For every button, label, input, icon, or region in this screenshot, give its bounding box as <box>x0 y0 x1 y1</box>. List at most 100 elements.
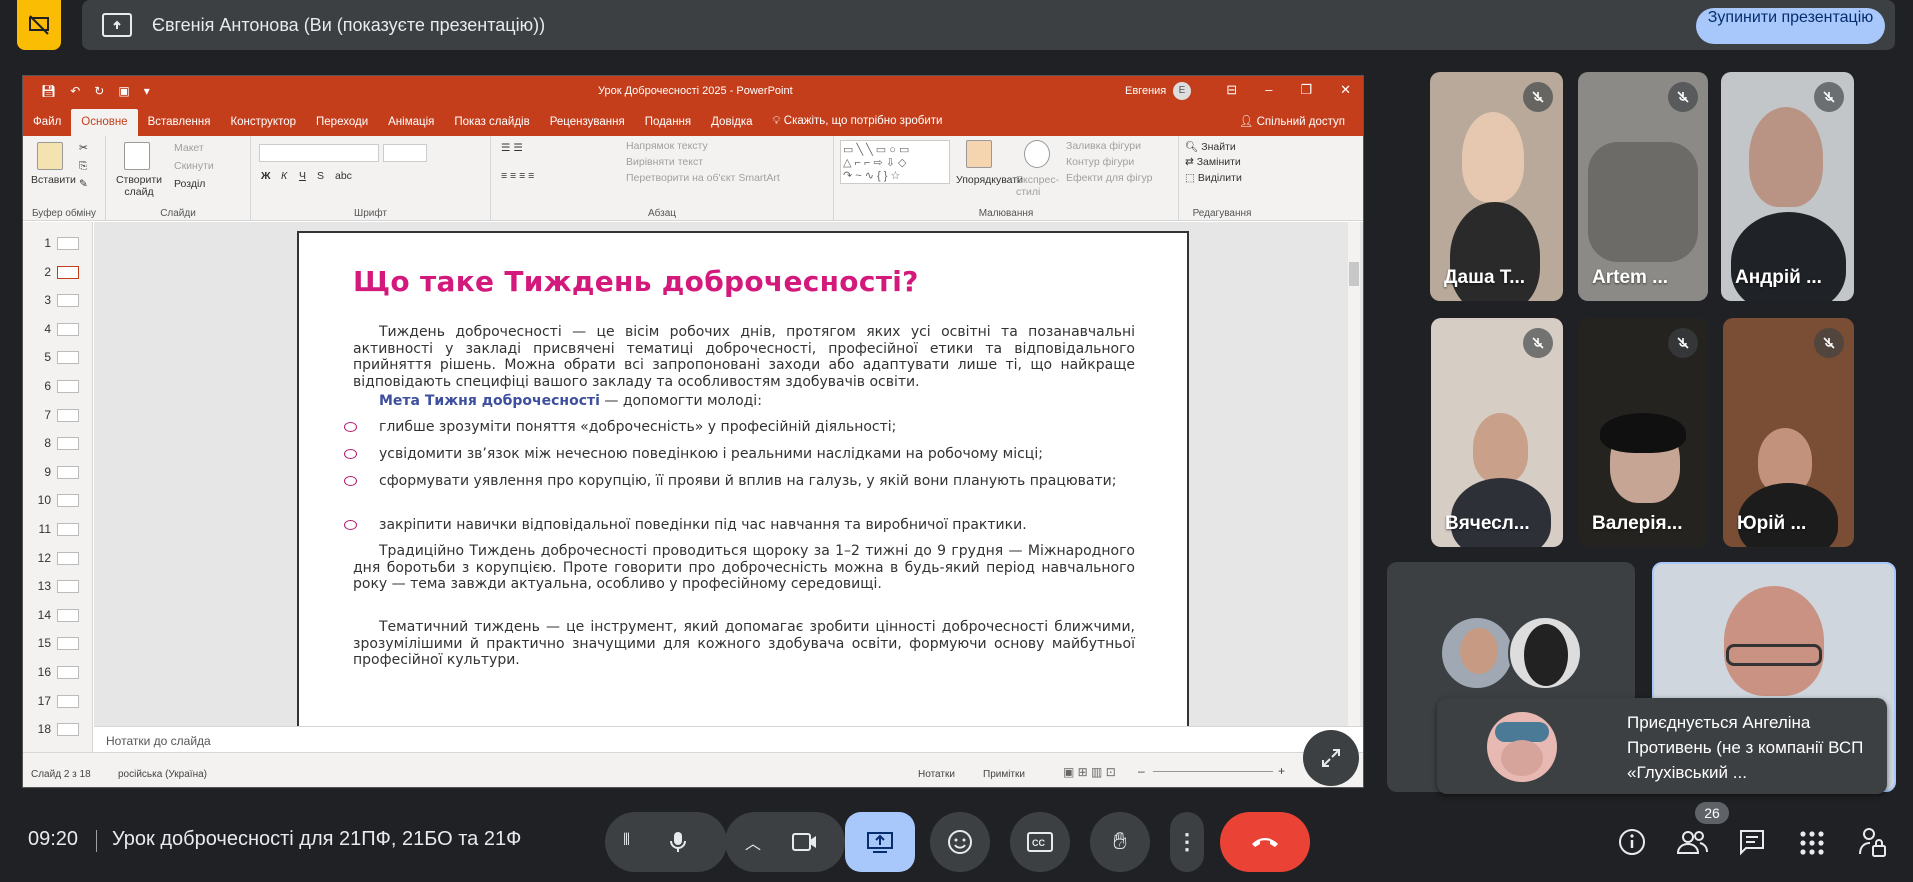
restore-icon[interactable]: ❐ <box>1300 82 1312 98</box>
slide-thumbnail[interactable]: 8 <box>25 434 91 454</box>
shapes-gallery[interactable]: ▭ ╲ ╲ ▭ ○ ▭ △ ⌐ ⌐ ⇨ ⇩ ◇ ↷ ~ ∿ { } ☆ <box>840 140 950 184</box>
smartart-button[interactable]: Перетворити на об'єкт SmartArt <box>626 172 780 184</box>
tab-slideshow[interactable]: Показ слайдів <box>444 116 539 136</box>
stop-presenting-button[interactable]: Зупинити презентацію <box>1696 8 1885 44</box>
slide-thumbnail[interactable]: 7 <box>25 406 91 426</box>
new-slide-icon[interactable] <box>124 142 150 170</box>
ribbon-display-icon[interactable]: ⊟ <box>1226 82 1237 98</box>
slide[interactable]: Що таке Тиждень доброчесності? Тиждень д… <box>297 231 1189 726</box>
start-slideshow-icon[interactable]: ▣ <box>118 84 129 98</box>
slide-thumbnail[interactable]: 3 <box>25 291 91 311</box>
italic-icon[interactable]: К <box>281 170 287 182</box>
tab-file[interactable]: Файл <box>23 116 71 136</box>
slide-thumbnail[interactable]: 11 <box>25 520 91 540</box>
tab-review[interactable]: Рецензування <box>540 116 635 136</box>
minimize-icon[interactable]: – <box>1265 82 1272 98</box>
paste-icon[interactable] <box>37 142 63 170</box>
zoom-slider[interactable] <box>1153 771 1273 772</box>
tab-help[interactable]: Довідка <box>701 116 762 136</box>
captions-button[interactable]: CC <box>1010 812 1070 872</box>
reactions-button[interactable] <box>930 812 990 872</box>
shadow-icon[interactable]: S <box>317 170 324 182</box>
text-direction-button[interactable]: Напрямок тексту <box>626 140 708 152</box>
tab-transitions[interactable]: Переходи <box>306 116 378 136</box>
slide-thumbnail[interactable]: 4 <box>25 320 91 340</box>
zoom-out-icon[interactable]: – <box>1138 764 1145 778</box>
reset-button[interactable]: Скинути <box>174 160 214 172</box>
arrange-button[interactable]: Упорядкувати <box>956 174 1023 186</box>
undo-icon[interactable]: ↶ <box>70 84 80 98</box>
view-buttons[interactable]: ▣ ⊞ ▥ ⊡ <box>1063 765 1116 779</box>
user-name[interactable]: Евгения <box>1125 85 1166 97</box>
redo-icon[interactable]: ↻ <box>94 84 104 98</box>
user-avatar[interactable]: Е <box>1173 82 1191 100</box>
bullets-icon[interactable]: ☰ ☰ <box>501 142 523 154</box>
font-name-select[interactable] <box>259 144 379 162</box>
slide-thumbnail[interactable]: 17 <box>25 692 91 712</box>
people-button[interactable] <box>1676 828 1708 861</box>
strikethrough-icon[interactable]: abc <box>335 170 352 182</box>
participant-tile[interactable]: Юрій ... <box>1723 318 1854 547</box>
align-text-button[interactable]: Вирівняти текст <box>626 156 703 168</box>
slide-thumbnail[interactable]: 1 <box>25 234 91 254</box>
microphone-icon[interactable] <box>669 830 687 854</box>
share-button[interactable]: 👤︎ Спільний доступ <box>1239 114 1345 128</box>
format-painter-icon[interactable]: ✎ <box>79 178 88 190</box>
comments-toggle[interactable]: Примітки <box>983 769 1025 780</box>
tab-home[interactable]: Основне <box>71 109 138 136</box>
tell-me-search[interactable]: 💡︎ Скажіть, що потрібно зробити <box>763 115 953 136</box>
tab-insert[interactable]: Вставлення <box>138 116 221 136</box>
section-button[interactable]: Розділ <box>174 178 205 190</box>
slide-thumbnail[interactable]: 13 <box>25 577 91 597</box>
slide-thumbnail[interactable]: 10 <box>25 491 91 511</box>
language-indicator[interactable]: російська (Україна) <box>118 769 207 780</box>
cut-icon[interactable]: ✂ <box>79 142 88 154</box>
raise-hand-button[interactable]: ✋︎ <box>1090 812 1150 872</box>
end-call-button[interactable] <box>1220 812 1310 872</box>
slide-thumbnail[interactable]: 16 <box>25 663 91 683</box>
expand-screen-button[interactable] <box>1303 730 1359 786</box>
layout-button[interactable]: Макет <box>174 142 204 154</box>
slide-thumbnail[interactable]: 2 <box>25 263 91 283</box>
select-button[interactable]: ⬚ Виділити <box>1185 172 1242 184</box>
host-controls-button[interactable] <box>1858 826 1886 863</box>
participant-tile[interactable]: Artem ... <box>1578 72 1708 301</box>
new-slide-button[interactable]: Створити слайд <box>112 174 166 198</box>
scrollbar-thumb[interactable] <box>1349 262 1359 286</box>
participant-tile[interactable]: Даша Т... <box>1430 72 1563 301</box>
shape-outline-button[interactable]: Контур фігури <box>1066 156 1134 168</box>
bold-icon[interactable]: Ж <box>261 170 271 182</box>
tab-view[interactable]: Подання <box>635 116 701 136</box>
slide-thumbnail[interactable]: 9 <box>25 463 91 483</box>
participant-tile[interactable]: Андрій ... <box>1721 72 1854 301</box>
slide-thumbnail[interactable]: 15 <box>25 634 91 654</box>
underline-icon[interactable]: Ч <box>299 170 306 182</box>
more-options-button[interactable]: ⋮ <box>1170 812 1204 872</box>
chat-button[interactable] <box>1738 828 1766 861</box>
quick-styles-button[interactable]: Експрес-стилі <box>1016 174 1059 198</box>
meeting-details-button[interactable] <box>1618 828 1646 861</box>
shape-effects-button[interactable]: Ефекти для фігур <box>1066 172 1152 184</box>
find-button[interactable]: 🔍︎ Знайти <box>1185 140 1236 153</box>
save-icon[interactable]: 💾︎ <box>41 84 56 98</box>
slide-thumbnail[interactable]: 6 <box>25 377 91 397</box>
tab-animations[interactable]: Анімація <box>378 116 444 136</box>
slide-thumbnail[interactable]: 5 <box>25 348 91 368</box>
align-icons[interactable]: ≡ ≡ ≡ ≡ <box>501 170 534 182</box>
replace-button[interactable]: ⇄ Замінити <box>1185 156 1241 168</box>
chevron-up-icon[interactable]: ︿ <box>745 830 761 854</box>
slide-thumbnail[interactable]: 12 <box>25 549 91 569</box>
customize-toolbar-icon[interactable]: ▾ <box>144 84 150 98</box>
activities-button[interactable] <box>1799 830 1825 861</box>
present-screen-button[interactable] <box>845 812 915 872</box>
tab-design[interactable]: Конструктор <box>220 116 306 136</box>
close-icon[interactable]: ✕ <box>1340 82 1351 98</box>
camera-icon[interactable] <box>792 832 818 852</box>
join-notification[interactable]: Приєднується Ангеліна Противень (не з ко… <box>1437 698 1887 794</box>
participant-tile[interactable]: Валерія... <box>1578 318 1708 547</box>
font-size-select[interactable] <box>383 144 427 162</box>
quick-styles-icon[interactable] <box>1024 140 1050 168</box>
notes-toggle[interactable]: Нотатки <box>918 769 955 780</box>
vertical-scrollbar[interactable] <box>1348 222 1360 742</box>
slide-thumbnail[interactable]: 14 <box>25 606 91 626</box>
